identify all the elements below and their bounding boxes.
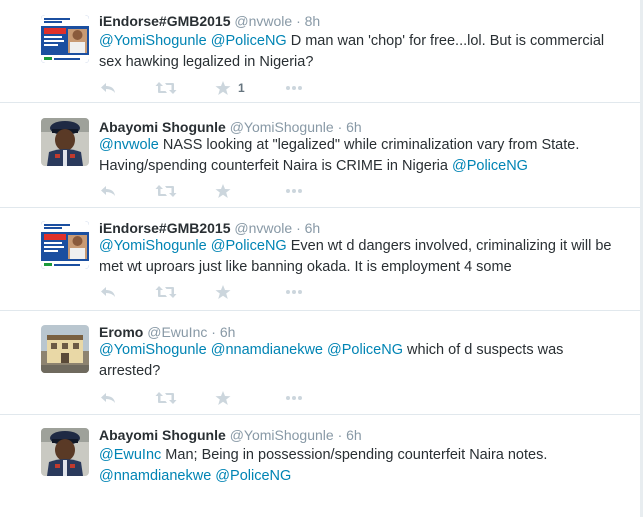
mention-link[interactable]: @EwuInc: [99, 447, 161, 463]
retweet-icon: [155, 80, 177, 96]
tweet-text-fragment: Man; Being in possession/spending counte…: [161, 447, 548, 463]
more-icon: [285, 284, 303, 300]
mention-link[interactable]: @nnamdianekwe: [99, 468, 211, 484]
user-handle[interactable]: @nvwole: [234, 220, 292, 236]
tweet[interactable]: iEndorse#GMB2015 @nvwole · 6h @YomiShogu…: [0, 208, 643, 311]
avatar[interactable]: [41, 221, 89, 269]
favorite-button[interactable]: [215, 183, 231, 199]
mention-link[interactable]: @YomiShogunle: [99, 342, 207, 358]
reply-icon: [99, 80, 117, 96]
more-icon: [285, 80, 303, 96]
reply-button[interactable]: [99, 80, 117, 96]
separator-dot: ·: [296, 13, 301, 29]
tweet-header: iEndorse#GMB2015 @nvwole · 6h: [99, 220, 320, 236]
reply-icon: [99, 390, 117, 406]
favorite-button[interactable]: [215, 284, 231, 300]
mention-link[interactable]: @nnamdianekwe: [211, 342, 323, 358]
tweet-text: @nvwole NASS looking at "legalized" whil…: [99, 135, 619, 177]
tweet[interactable]: iEndorse#GMB2015 @nvwole · 8h @YomiShogu…: [0, 0, 643, 103]
retweet-button[interactable]: [155, 80, 177, 96]
separator-dot: ·: [211, 324, 216, 340]
retweet-icon: [155, 284, 177, 300]
mention-link[interactable]: @PoliceNG: [211, 33, 287, 49]
timestamp[interactable]: 6h: [305, 220, 321, 236]
mention-link[interactable]: @PoliceNG: [215, 468, 291, 484]
user-handle[interactable]: @EwuInc: [147, 324, 207, 340]
avatar[interactable]: [41, 325, 89, 373]
display-name[interactable]: Abayomi Shogunle: [99, 119, 226, 135]
star-icon: [215, 80, 231, 96]
reply-button[interactable]: [99, 183, 117, 199]
star-icon: [215, 390, 231, 406]
user-handle[interactable]: @YomiShogunle: [230, 119, 334, 135]
favorite-count: 1: [238, 81, 245, 95]
display-name[interactable]: iEndorse#GMB2015: [99, 220, 231, 236]
avatar[interactable]: [41, 428, 89, 476]
retweet-button[interactable]: [155, 390, 177, 406]
separator-dot: ·: [296, 220, 301, 236]
more-button[interactable]: [285, 183, 303, 199]
tweet-feed: iEndorse#GMB2015 @nvwole · 8h @YomiShogu…: [0, 0, 643, 517]
more-button[interactable]: [285, 284, 303, 300]
retweet-icon: [155, 183, 177, 199]
tweet-header: Eromo @EwuInc · 6h: [99, 324, 235, 340]
retweet-icon: [155, 390, 177, 406]
more-icon: [285, 390, 303, 406]
display-name[interactable]: Eromo: [99, 324, 143, 340]
tweet-text: @YomiShogunle @PoliceNG D man wan 'chop'…: [99, 31, 619, 73]
timestamp[interactable]: 6h: [346, 119, 362, 135]
retweet-button[interactable]: [155, 183, 177, 199]
more-button[interactable]: [285, 80, 303, 96]
more-button[interactable]: [285, 390, 303, 406]
display-name[interactable]: iEndorse#GMB2015: [99, 13, 231, 29]
display-name[interactable]: Abayomi Shogunle: [99, 427, 226, 443]
separator-dot: ·: [337, 119, 343, 135]
reply-icon: [99, 284, 117, 300]
tweet[interactable]: Abayomi Shogunle @YomiShogunle · 6h @nvw…: [0, 103, 643, 208]
retweet-button[interactable]: [155, 284, 177, 300]
reply-icon: [99, 183, 117, 199]
tweet-header: Abayomi Shogunle @YomiShogunle · 6h: [99, 119, 362, 135]
avatar[interactable]: [41, 118, 89, 166]
mention-link[interactable]: @PoliceNG: [211, 238, 287, 254]
timestamp[interactable]: 6h: [220, 324, 236, 340]
timestamp[interactable]: 8h: [305, 13, 321, 29]
star-icon: [215, 284, 231, 300]
mention-link[interactable]: @PoliceNG: [327, 342, 403, 358]
timestamp[interactable]: 6h: [346, 427, 362, 443]
tweet-header: iEndorse#GMB2015 @nvwole · 8h: [99, 13, 320, 29]
favorite-button[interactable]: [215, 80, 231, 96]
tweet-text: @EwuInc Man; Being in possession/spendin…: [99, 445, 619, 487]
avatar[interactable]: [41, 15, 89, 63]
reply-button[interactable]: [99, 284, 117, 300]
mention-link[interactable]: @YomiShogunle: [99, 33, 207, 49]
user-handle[interactable]: @YomiShogunle: [230, 427, 334, 443]
more-icon: [285, 183, 303, 199]
star-icon: [215, 183, 231, 199]
tweet[interactable]: Abayomi Shogunle @YomiShogunle · 6h @Ewu…: [0, 415, 643, 517]
mention-link[interactable]: @YomiShogunle: [99, 238, 207, 254]
tweet-text: @YomiShogunle @PoliceNG Even wt d danger…: [99, 236, 619, 278]
tweet-text: @YomiShogunle @nnamdianekwe @PoliceNG wh…: [99, 340, 619, 382]
mention-link[interactable]: @PoliceNG: [452, 158, 528, 174]
tweet-header: Abayomi Shogunle @YomiShogunle · 6h: [99, 427, 362, 443]
reply-button[interactable]: [99, 390, 117, 406]
favorite-button[interactable]: [215, 390, 231, 406]
tweet[interactable]: Eromo @EwuInc · 6h @YomiShogunle @nnamdi…: [0, 311, 643, 415]
user-handle[interactable]: @nvwole: [234, 13, 292, 29]
mention-link[interactable]: @nvwole: [99, 137, 159, 153]
separator-dot: ·: [337, 427, 343, 443]
